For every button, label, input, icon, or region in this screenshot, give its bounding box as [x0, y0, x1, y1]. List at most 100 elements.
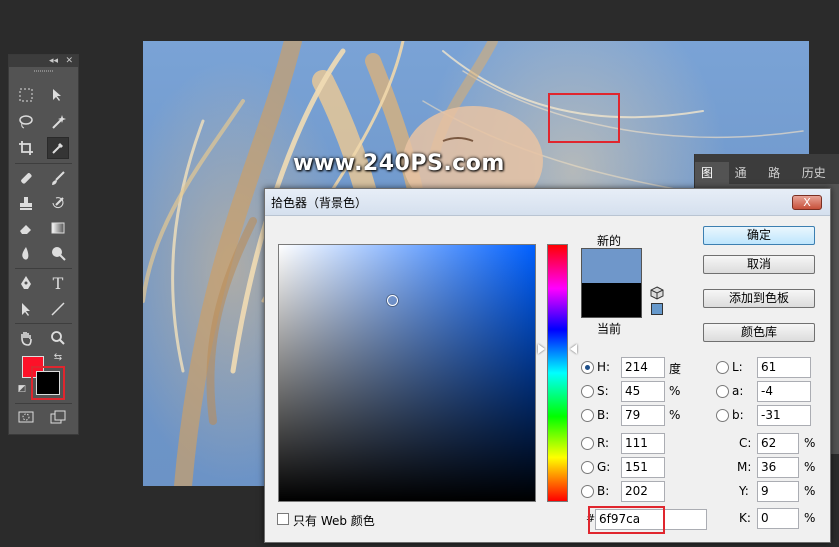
cancel-button[interactable]: 取消: [703, 255, 815, 274]
default-colors-icon[interactable]: ◩: [16, 383, 28, 395]
tab-channels[interactable]: 通道: [729, 162, 763, 202]
red-radio[interactable]: [581, 437, 594, 450]
magenta-input[interactable]: 36: [757, 457, 799, 478]
move-tool-icon[interactable]: [47, 84, 69, 106]
path-selection-icon[interactable]: [15, 298, 37, 320]
close-icon[interactable]: ✕: [65, 55, 73, 67]
red-input[interactable]: 111: [621, 433, 665, 454]
hand-tool-icon[interactable]: [15, 327, 37, 349]
new-color-swatch: [582, 249, 641, 283]
degree-unit: 度: [669, 362, 682, 376]
brush-tool-icon[interactable]: [47, 167, 69, 189]
color-preview: [581, 248, 642, 318]
web-safe-swatch[interactable]: [651, 303, 663, 315]
crop-tool-icon[interactable]: [15, 137, 37, 159]
dialog-title: 拾色器（背景色）: [271, 196, 368, 210]
brightness-label: B:: [597, 408, 610, 422]
collapse-icon[interactable]: ◂◂: [49, 55, 58, 67]
hue-radio[interactable]: [581, 361, 594, 374]
lab-a-label: a:: [732, 384, 744, 398]
percent-unit: %: [669, 384, 681, 398]
eyedropper-tool-icon[interactable]: [47, 137, 69, 159]
dodge-tool-icon[interactable]: [47, 243, 69, 265]
saturation-input[interactable]: 45: [621, 381, 665, 402]
hue-label: H:: [597, 360, 611, 374]
tab-layers[interactable]: 图层: [695, 162, 729, 202]
cyan-label: C:: [739, 436, 752, 450]
clone-stamp-icon[interactable]: [15, 192, 37, 214]
saturation-label: S:: [597, 384, 609, 398]
only-web-colors-checkbox[interactable]: [277, 513, 289, 525]
sample-area-highlight: [548, 93, 620, 143]
type-tool-icon[interactable]: T: [47, 272, 69, 294]
color-picker-ring[interactable]: [387, 295, 398, 306]
toolbox-divider: [15, 163, 72, 164]
percent-unit: %: [804, 484, 816, 498]
percent-unit: %: [804, 436, 816, 450]
magic-wand-icon[interactable]: [47, 111, 69, 133]
close-button[interactable]: X: [792, 195, 822, 210]
black-input[interactable]: 0: [757, 508, 799, 529]
current-color-swatch[interactable]: [582, 283, 641, 317]
hex-input-highlight: [588, 506, 665, 534]
pen-tool-icon[interactable]: [15, 272, 37, 294]
blue-radio[interactable]: [581, 485, 594, 498]
percent-unit: %: [804, 511, 816, 525]
background-swatch-highlight: [31, 366, 65, 400]
lab-l-label: L:: [732, 360, 743, 374]
marquee-tool-icon[interactable]: [15, 84, 37, 106]
screen-mode-icon[interactable]: [47, 406, 69, 428]
blur-tool-icon[interactable]: [15, 243, 37, 265]
toolbox-divider: [15, 403, 72, 404]
lab-b-label: b:: [732, 408, 744, 422]
lab-l-radio[interactable]: [716, 361, 729, 374]
dialog-titlebar[interactable]: 拾色器（背景色） X: [265, 189, 830, 216]
hue-slider-right-arrow-icon[interactable]: [570, 344, 577, 354]
zoom-tool-icon[interactable]: [47, 327, 69, 349]
brightness-input[interactable]: 79: [621, 405, 665, 426]
lab-b-radio[interactable]: [716, 409, 729, 422]
quick-mask-icon[interactable]: [15, 406, 37, 428]
brightness-radio[interactable]: [581, 409, 594, 422]
color-picker-dialog: 拾色器（背景色） X 新的 当前 确定 取消 添加到色板 颜色库 H: 214 …: [264, 188, 831, 543]
tab-history[interactable]: 历史记: [796, 162, 839, 202]
line-tool-icon[interactable]: [47, 298, 69, 320]
gradient-tool-icon[interactable]: [47, 217, 69, 239]
lab-a-input[interactable]: -4: [757, 381, 811, 402]
color-field[interactable]: [278, 244, 536, 502]
lab-l-input[interactable]: 61: [757, 357, 811, 378]
drag-grip[interactable]: [9, 67, 78, 75]
magenta-label: M:: [737, 460, 752, 474]
new-color-label: 新的: [597, 234, 622, 248]
hue-slider[interactable]: [547, 244, 568, 502]
lab-b-input[interactable]: -31: [757, 405, 811, 426]
panel-tab-bar: 图层 通道 路径 历史记: [695, 154, 839, 202]
add-to-swatches-button[interactable]: 添加到色板: [703, 289, 815, 308]
percent-unit: %: [804, 460, 816, 474]
eraser-tool-icon[interactable]: [15, 217, 37, 239]
healing-brush-icon[interactable]: [15, 167, 37, 189]
tab-paths[interactable]: 路径: [762, 162, 796, 202]
saturation-radio[interactable]: [581, 385, 594, 398]
tools-panel: ◂◂ ✕ T ⇆ ◩: [8, 54, 79, 435]
hue-slider-left-arrow-icon[interactable]: [538, 344, 545, 354]
red-label: R:: [597, 436, 610, 450]
green-input[interactable]: 151: [621, 457, 665, 478]
ok-button[interactable]: 确定: [703, 226, 815, 245]
lasso-tool-icon[interactable]: [15, 111, 37, 133]
out-of-gamut-cube-icon[interactable]: [650, 286, 664, 300]
black-label: K:: [739, 511, 751, 525]
blue-input[interactable]: 202: [621, 481, 665, 502]
hue-input[interactable]: 214: [621, 357, 665, 378]
green-radio[interactable]: [581, 461, 594, 474]
yellow-label: Y:: [739, 484, 749, 498]
percent-unit: %: [669, 408, 681, 422]
cyan-input[interactable]: 62: [757, 433, 799, 454]
yellow-input[interactable]: 9: [757, 481, 799, 502]
color-libraries-button[interactable]: 颜色库: [703, 323, 815, 342]
lab-a-radio[interactable]: [716, 385, 729, 398]
only-web-colors-label: 只有 Web 颜色: [293, 514, 375, 528]
history-brush-icon[interactable]: [47, 192, 69, 214]
swap-colors-icon[interactable]: ⇆: [52, 351, 64, 363]
current-color-label: 当前: [597, 322, 622, 336]
